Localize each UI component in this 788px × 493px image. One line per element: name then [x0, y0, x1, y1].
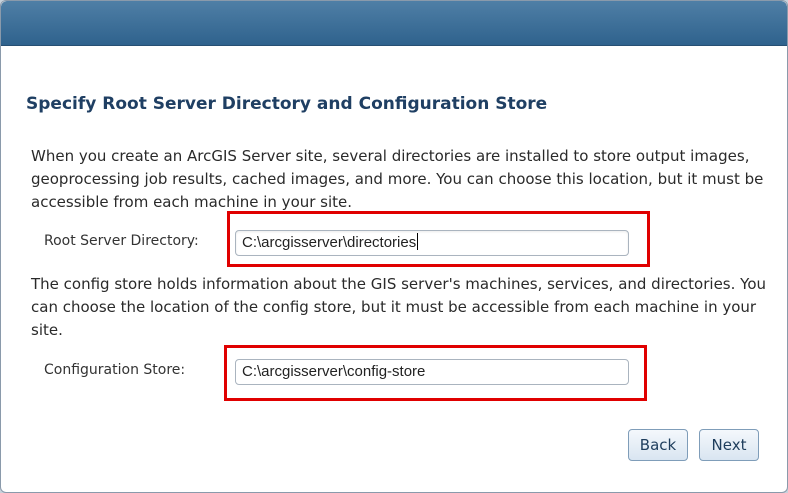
dialog-window: Specify Root Server Directory and Config… — [0, 0, 788, 493]
config-store-text: The config store holds information about… — [31, 275, 767, 339]
root-server-directory-label: Root Server Directory: — [44, 233, 199, 249]
root-server-directory-input[interactable]: C:\arcgisserver\directories — [235, 230, 629, 256]
configuration-store-input[interactable]: C:\arcgisserver\config-store — [235, 359, 629, 385]
intro-text: When you create an ArcGIS Server site, s… — [31, 147, 764, 211]
next-button[interactable]: Next — [699, 429, 759, 461]
page-title: Specify Root Server Directory and Config… — [26, 94, 548, 114]
text-caret — [417, 233, 419, 250]
configuration-store-label: Configuration Store: — [44, 362, 186, 378]
back-button[interactable]: Back — [628, 429, 688, 461]
title-bar — [1, 1, 787, 46]
configuration-store-value: C:\arcgisserver\config-store — [242, 363, 426, 380]
root-server-directory-value: C:\arcgisserver\directories — [242, 234, 417, 251]
